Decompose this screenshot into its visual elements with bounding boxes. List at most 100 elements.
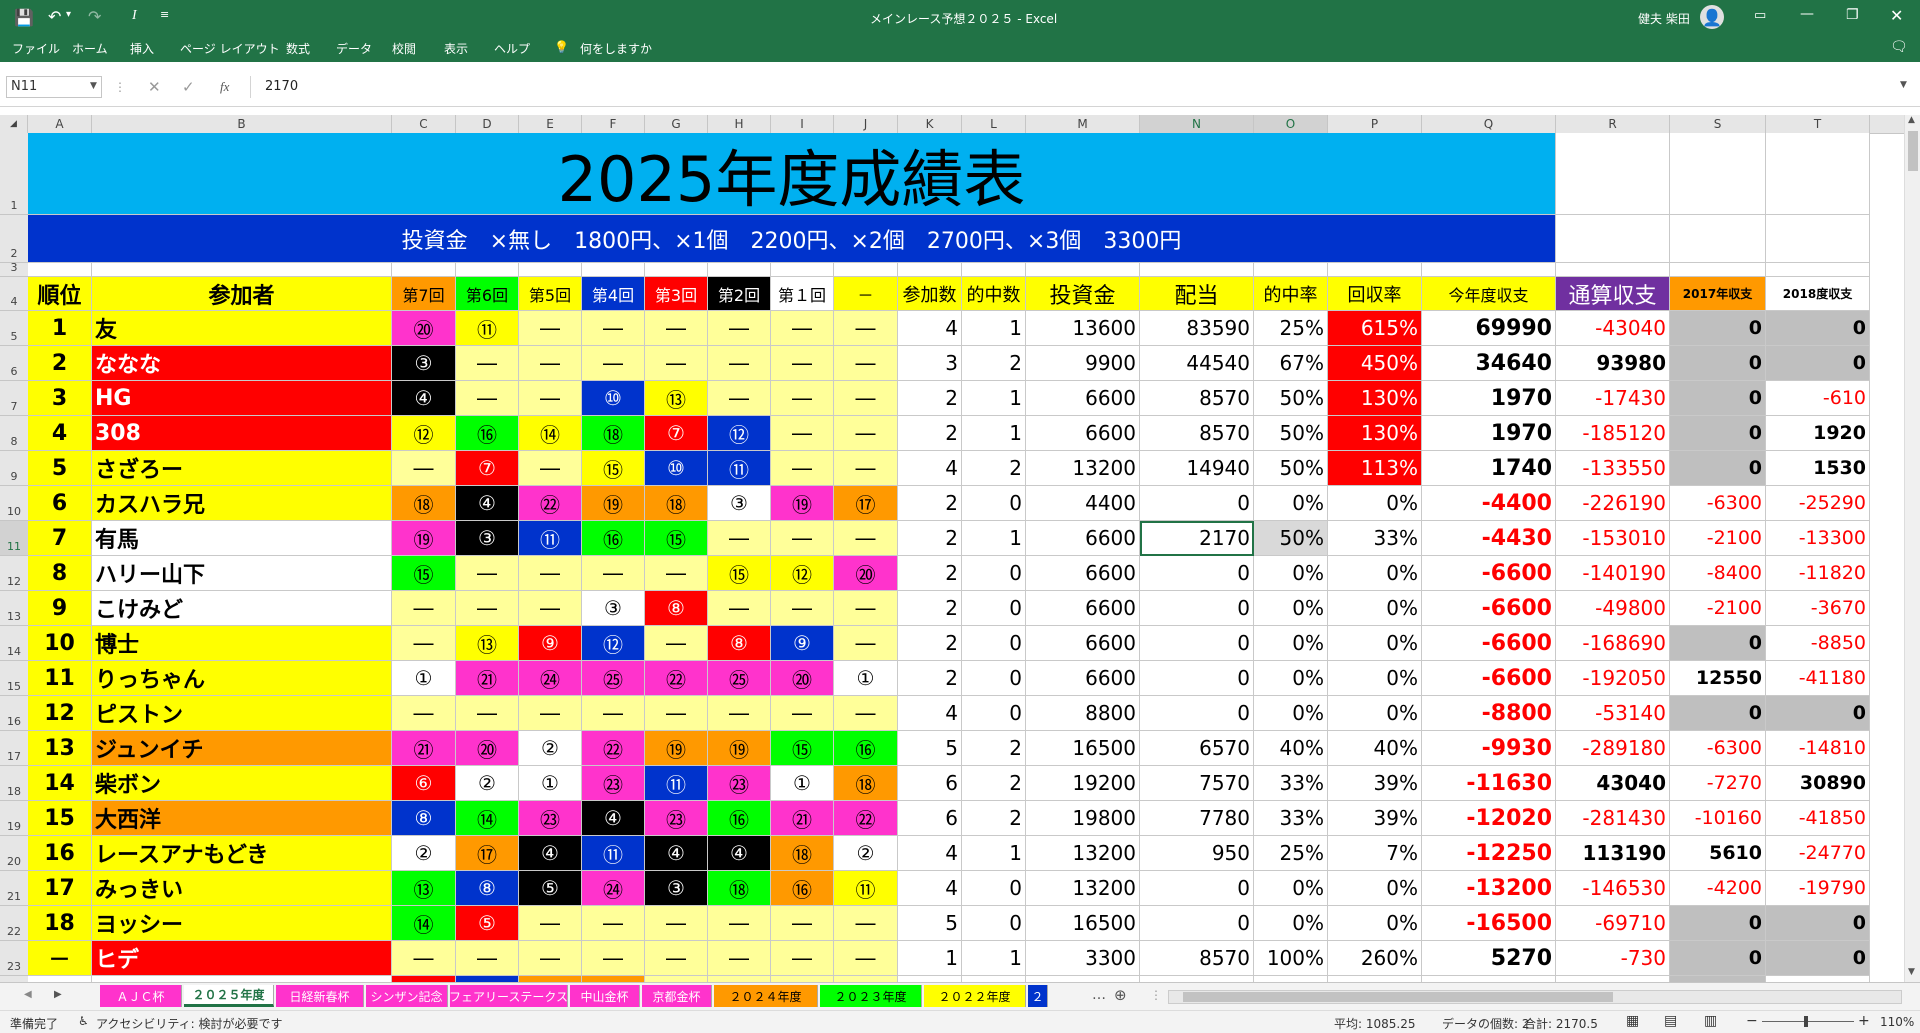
race-result-4[interactable]: ⑱ [582,416,645,451]
balance-2018-cell[interactable]: -41180 [1766,661,1870,696]
save-icon[interactable]: 💾 [14,8,34,27]
payout-cell[interactable]: 8570 [1140,381,1254,416]
avatar[interactable]: 👤 [1700,5,1724,29]
payout-cell[interactable]: 0 [1140,626,1254,661]
participant-name[interactable]: こけみど [92,591,392,626]
hits-cell[interactable]: 1 [962,941,1026,976]
total-balance-cell[interactable]: 43040 [1556,766,1670,801]
empty-cell[interactable] [1140,263,1254,277]
race-result-1[interactable]: ― [771,591,834,626]
race-result-2[interactable]: ④ [708,836,771,871]
header-rank[interactable]: 順位 [28,277,92,311]
hitrate-cell[interactable]: 40% [1254,731,1328,766]
race-result-6[interactable]: ⑯ [456,416,519,451]
race-result-1[interactable]: ⑳ [771,661,834,696]
race-result-7[interactable]: ― [392,451,456,486]
recovery-cell[interactable]: 0% [1328,591,1422,626]
rank-cell[interactable]: 1 [28,311,92,346]
header-invest[interactable]: 投資金 [1026,277,1140,311]
race-result-3[interactable]: ㉓ [645,801,708,836]
year-balance-cell[interactable]: -6600 [1422,626,1556,661]
empty-cell[interactable] [898,263,962,277]
hitrate-cell[interactable]: 50% [1254,416,1328,451]
participant-name[interactable]: りっちゃん [92,661,392,696]
race-result-4[interactable]: ― [582,696,645,731]
hitrate-cell[interactable]: 0% [1254,661,1328,696]
race-result-6[interactable]: ― [456,941,519,976]
participant-name[interactable]: ななな [92,346,392,381]
balance-2017-cell[interactable]: 0 [1670,626,1766,661]
hits-cell[interactable]: 1 [962,416,1026,451]
race-result-2[interactable]: ― [708,311,771,346]
invest-cell[interactable]: 6600 [1026,626,1140,661]
minimize-icon[interactable]: — [1800,6,1814,22]
race-result-4[interactable]: ㉔ [582,871,645,906]
race-result-2[interactable]: ― [708,696,771,731]
race-result-7[interactable]: ㉑ [392,731,456,766]
total-balance-cell[interactable]: -168690 [1556,626,1670,661]
scroll-down-icon[interactable]: ▼ [1908,967,1915,977]
balance-2017-cell[interactable]: -2100 [1670,591,1766,626]
race-result-5[interactable]: ― [519,906,582,941]
participant-name[interactable]: ジュンイチ [92,731,392,766]
hits-cell[interactable]: 1 [962,311,1026,346]
race-result-3[interactable]: ⑦ [645,416,708,451]
scroll-up-icon[interactable]: ▲ [1908,115,1915,125]
recovery-cell[interactable]: 0% [1328,696,1422,731]
race-result-6[interactable]: ― [456,591,519,626]
year-balance-cell[interactable]: -11630 [1422,766,1556,801]
hitrate-cell[interactable]: 50% [1254,451,1328,486]
empty-cell[interactable] [1766,263,1870,277]
row-header-17[interactable]: 17 [0,731,28,766]
column-header-H[interactable]: H [708,115,771,133]
row-header-3[interactable]: 3 [0,261,28,277]
balance-2018-cell[interactable]: 30890 [1766,766,1870,801]
user-name[interactable]: 健夫 柴田 [1638,10,1690,27]
zoom-out-icon[interactable]: − [1746,1013,1758,1029]
race-result-2[interactable]: ⑪ [708,451,771,486]
total-balance-cell[interactable]: -140190 [1556,556,1670,591]
race-result-0[interactable]: ㉒ [834,801,898,836]
sheet-tab-9[interactable]: ２０２２年度 [924,985,1026,1007]
row-header-2[interactable]: 2 [0,215,28,263]
tab-file[interactable]: ファイル [12,40,60,57]
balance-2018-cell[interactable]: 0 [1766,346,1870,381]
entries-cell[interactable]: 2 [898,416,962,451]
race-result-0[interactable]: ― [834,416,898,451]
row-header-13[interactable]: 13 [0,591,28,626]
recovery-cell[interactable]: 39% [1328,801,1422,836]
year-balance-cell[interactable]: -4400 [1422,486,1556,521]
race-result-5[interactable]: ― [519,311,582,346]
empty-cell[interactable] [1670,215,1766,263]
rank-cell[interactable]: － [28,941,92,976]
sheet-tab-1[interactable]: ２０２５年度 [184,985,274,1007]
total-balance-cell[interactable]: -133550 [1556,451,1670,486]
row-header-23[interactable]: 23 [0,941,28,976]
entries-cell[interactable]: 2 [898,661,962,696]
race-result-7[interactable]: ― [392,696,456,731]
row-header-16[interactable]: 16 [0,696,28,731]
race-result-7[interactable]: ① [392,661,456,696]
restore-icon[interactable]: ❐ [1846,7,1859,23]
row-header-19[interactable]: 19 [0,801,28,836]
race-result-2[interactable]: ― [708,346,771,381]
header-recovery[interactable]: 回収率 [1328,277,1422,311]
balance-2018-cell[interactable]: -41850 [1766,801,1870,836]
rank-cell[interactable]: 14 [28,766,92,801]
total-balance-cell[interactable]: 93980 [1556,346,1670,381]
empty-cell[interactable] [1328,263,1422,277]
hits-cell[interactable]: 1 [962,836,1026,871]
rank-cell[interactable]: 2 [28,346,92,381]
balance-2017-cell[interactable]: 0 [1670,311,1766,346]
vertical-scrollbar[interactable]: ▲ ▼ [1904,115,1920,982]
header-year-balance[interactable]: 今年度収支 [1422,277,1556,311]
header-total-balance[interactable]: 通算収支 [1556,277,1670,311]
race-result-4[interactable]: ③ [582,591,645,626]
column-header-P[interactable]: P [1328,115,1422,133]
row-header-20[interactable]: 20 [0,836,28,871]
total-balance-cell[interactable]: -289180 [1556,731,1670,766]
formula-input[interactable]: 2170 [250,76,1910,98]
invest-cell[interactable]: 13600 [1026,311,1140,346]
entries-cell[interactable]: 5 [898,731,962,766]
empty-cell[interactable] [771,263,834,277]
